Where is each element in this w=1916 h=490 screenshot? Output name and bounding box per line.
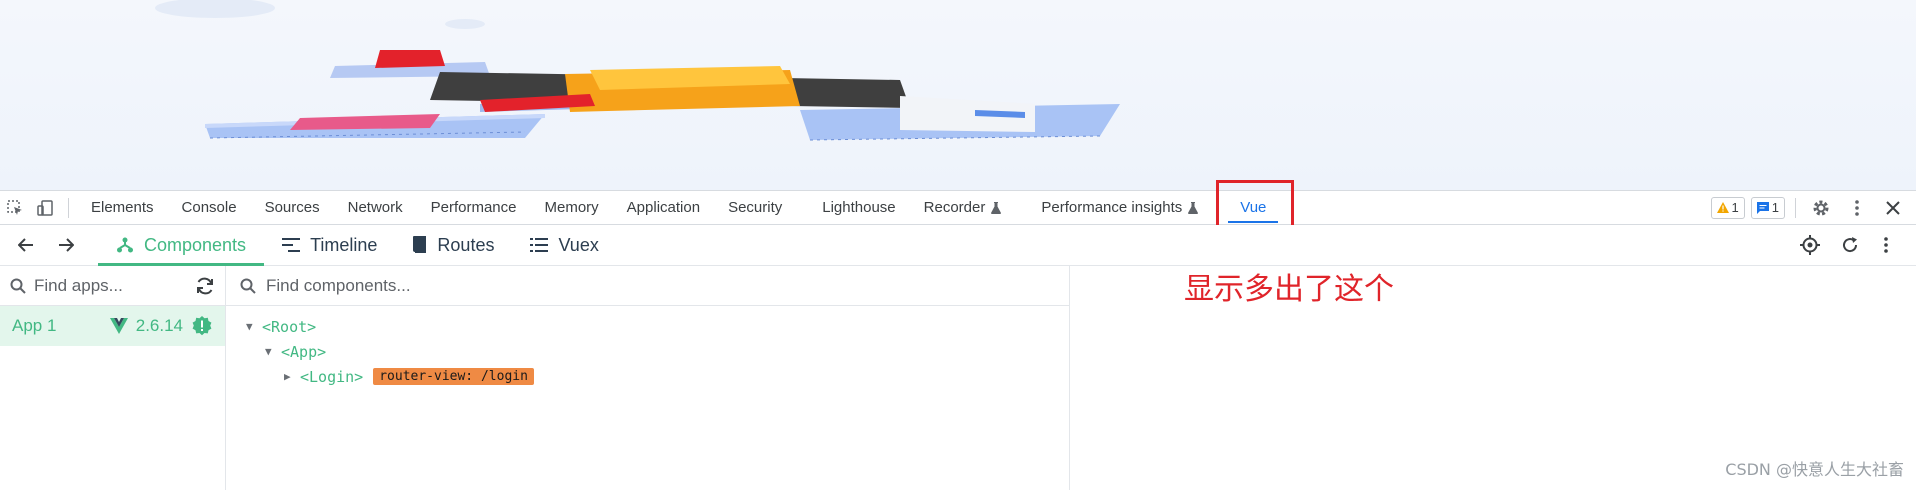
tab-label: Recorder — [923, 199, 986, 216]
tab-label: Application — [626, 199, 701, 216]
components-icon — [117, 237, 133, 253]
close-devtools-icon[interactable] — [1878, 191, 1908, 225]
toolbar-divider — [1795, 197, 1796, 218]
app-name: App 1 — [12, 316, 57, 335]
component-name: <App> — [281, 342, 327, 361]
messages-badge[interactable]: 1 — [1750, 196, 1785, 219]
devtools-tab-bar: Elements Console Sources Network Perform… — [0, 190, 1916, 225]
app-version: 2.6.14 — [109, 315, 213, 337]
tab-performance-insights[interactable]: Performance insights — [1027, 191, 1220, 225]
vue-toolbar-right — [1796, 235, 1916, 255]
tab-label: Performance insights — [1041, 199, 1183, 216]
tab-application[interactable]: Application — [613, 191, 714, 225]
experimental-flask-icon — [991, 201, 1002, 214]
tab-vuex[interactable]: Vuex — [512, 225, 616, 265]
forward-arrow-icon[interactable] — [46, 225, 86, 265]
back-arrow-icon[interactable] — [6, 225, 46, 265]
tab-elements[interactable]: Elements — [77, 191, 168, 225]
tab-memory[interactable]: Memory — [531, 191, 613, 225]
app-version-text: 2.6.14 — [135, 316, 183, 335]
find-apps-bar: Find apps... — [0, 266, 225, 306]
tab-security[interactable]: Security — [714, 191, 808, 225]
expand-toggle-icon[interactable]: ▼ — [265, 345, 281, 358]
message-icon — [1756, 201, 1769, 214]
tab-label: Network — [347, 199, 403, 216]
collapse-toggle-icon[interactable]: ▶ — [284, 370, 300, 383]
component-name: <Root> — [262, 317, 317, 336]
app-list-item[interactable]: App 1 2.6.14 — [0, 306, 225, 346]
tab-sources[interactable]: Sources — [251, 191, 334, 225]
settings-gear-icon[interactable] — [1806, 191, 1836, 225]
component-tree-pane: Find components... ▼ <Root> ▼ <App> ▶ <L… — [226, 266, 1070, 490]
tab-label: Timeline — [310, 234, 378, 255]
router-view-tag: router-view: /login — [373, 368, 534, 385]
vuex-icon — [530, 238, 549, 252]
tab-routes[interactable]: Routes — [395, 225, 512, 265]
tab-label: Vuex — [558, 234, 599, 255]
component-tree: ▼ <Root> ▼ <App> ▶ <Login> router-view: … — [226, 306, 1069, 389]
tab-lighthouse[interactable]: Lighthouse — [808, 191, 909, 225]
timeline-icon — [282, 238, 301, 252]
toolbar-divider — [68, 197, 69, 218]
routes-icon — [413, 236, 427, 253]
warning-icon — [1716, 202, 1729, 213]
refresh-icon[interactable] — [1836, 236, 1864, 254]
vue-logo-icon — [109, 318, 128, 334]
devtools-right-controls: 1 1 — [1710, 191, 1916, 225]
select-component-target-icon[interactable] — [1796, 235, 1824, 255]
tab-label: Memory — [544, 199, 599, 216]
tab-recorder[interactable]: Recorder — [910, 191, 1028, 225]
status-badge-icon — [192, 316, 212, 336]
search-icon — [240, 278, 256, 294]
find-components-input[interactable]: Find components... — [266, 276, 411, 296]
tab-label: Sources — [264, 199, 320, 216]
tab-timeline[interactable]: Timeline — [264, 225, 395, 265]
apps-pane: Find apps... App 1 2.6.14 — [0, 266, 226, 490]
annotation-text: 显示多出了这个 — [1184, 272, 1394, 307]
tab-console[interactable]: Console — [168, 191, 251, 225]
hero-illustration — [0, 0, 1916, 190]
messages-count: 1 — [1771, 200, 1779, 215]
find-components-bar: Find components... — [226, 266, 1069, 306]
warnings-badge[interactable]: 1 — [1710, 196, 1745, 219]
tab-network[interactable]: Network — [334, 191, 417, 225]
watermark: CSDN @快意人生大社畜 — [1725, 460, 1904, 479]
tab-label: Routes — [437, 234, 495, 255]
tab-label: Elements — [91, 199, 154, 216]
tab-label: Lighthouse — [822, 199, 896, 216]
tab-performance[interactable]: Performance — [417, 191, 531, 225]
tab-components[interactable]: Components — [98, 225, 265, 266]
device-toolbar-icon[interactable] — [30, 191, 60, 225]
inspect-element-icon[interactable] — [0, 191, 30, 225]
more-options-icon[interactable] — [1876, 237, 1896, 253]
tab-label: Console — [181, 199, 237, 216]
search-icon — [10, 278, 26, 294]
page: Elements Console Sources Network Perform… — [0, 0, 1916, 490]
component-name: <Login> — [300, 367, 364, 386]
sync-icon[interactable] — [195, 277, 215, 295]
warnings-count: 1 — [1731, 200, 1739, 215]
tree-node-login[interactable]: ▶ <Login> router-view: /login — [226, 364, 1069, 389]
expand-toggle-icon[interactable]: ▼ — [246, 320, 262, 333]
vue-devtools-toolbar: Components Timeline Routes Vuex — [0, 225, 1916, 266]
more-options-icon[interactable] — [1842, 191, 1872, 225]
tab-label: Security — [728, 199, 783, 216]
experimental-flask-icon — [1188, 201, 1199, 214]
find-apps-input[interactable]: Find apps... — [34, 276, 187, 296]
tree-node-root[interactable]: ▼ <Root> — [226, 314, 1069, 339]
tab-label: Components — [144, 234, 247, 255]
tab-label: Performance — [430, 199, 517, 216]
tree-node-app[interactable]: ▼ <App> — [226, 339, 1069, 364]
